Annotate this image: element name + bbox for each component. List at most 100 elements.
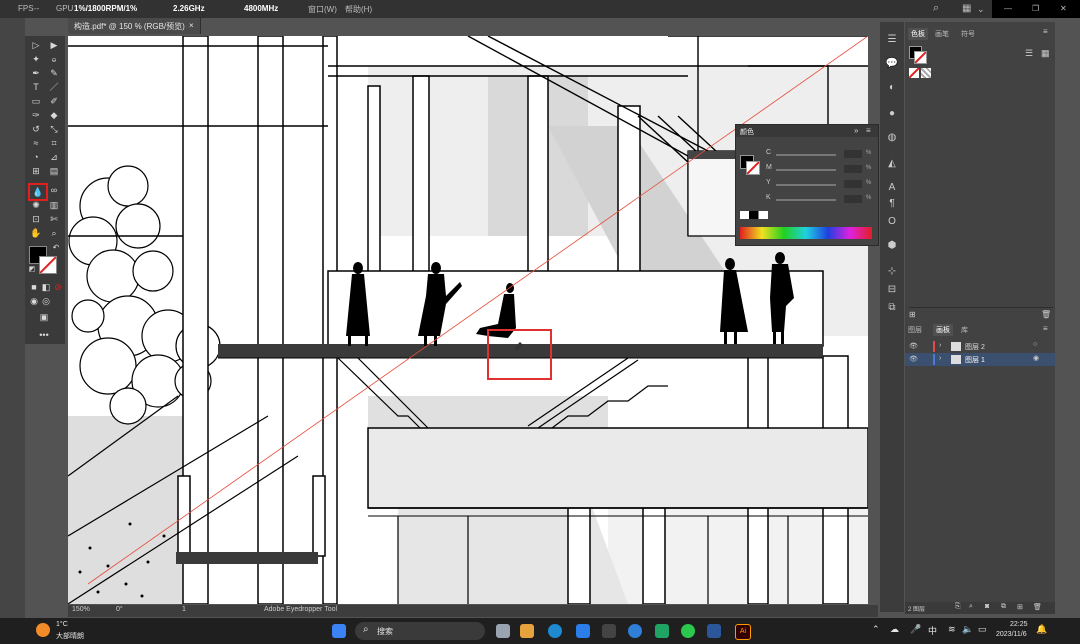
pen-icon[interactable]: ✒ xyxy=(29,67,43,79)
word-icon[interactable] xyxy=(707,624,721,638)
artboard-field[interactable]: 1 xyxy=(182,606,186,613)
character-icon[interactable]: A xyxy=(885,182,899,193)
grid-view-icon[interactable]: ▦ xyxy=(1041,48,1050,59)
shape-builder-icon[interactable]: ◔ xyxy=(29,151,43,163)
ime-indicator[interactable]: 中 xyxy=(928,624,937,637)
tab-brushes[interactable]: 画笔 xyxy=(935,29,949,39)
paintbrush-icon[interactable]: ✐ xyxy=(47,95,61,107)
rotate-icon[interactable]: ↺ xyxy=(29,123,43,135)
locate-icon[interactable]: ⌕ xyxy=(969,603,973,611)
minimize-icon[interactable]: — xyxy=(1004,4,1012,13)
file-explorer-icon[interactable] xyxy=(520,624,534,638)
channel-m-input[interactable] xyxy=(844,165,862,173)
new-layer-icon[interactable]: ⊞ xyxy=(1017,603,1023,611)
color-stroke-swatch[interactable] xyxy=(746,161,760,175)
zoom-field[interactable]: 150% xyxy=(72,606,90,613)
eye-icon[interactable]: 👁 xyxy=(909,342,918,350)
taskbar-search[interactable]: ⌕ 搜索 xyxy=(355,622,485,640)
channel-c-input[interactable] xyxy=(844,150,862,158)
delete-layer-icon[interactable]: 🗑 xyxy=(1033,603,1042,611)
expand-icon[interactable]: › xyxy=(939,355,941,362)
screen-mode-icon[interactable]: ◎ xyxy=(39,295,53,307)
default-colors-icon[interactable]: ◩ xyxy=(25,264,39,276)
tab-swatches[interactable]: 色板 xyxy=(908,28,928,40)
channel-k-slider[interactable] xyxy=(776,199,836,201)
type-icon[interactable]: T xyxy=(29,81,43,93)
none-mode-icon[interactable]: ⊘ xyxy=(51,281,65,293)
channel-k-input[interactable] xyxy=(844,195,862,203)
battery-icon[interactable]: ▭ xyxy=(978,624,987,635)
graph-icon[interactable]: ▥ xyxy=(47,199,61,211)
maximize-icon[interactable]: ❐ xyxy=(1032,4,1039,13)
swatch-stroke-mini[interactable] xyxy=(914,51,927,64)
properties-icon[interactable]: ☰ xyxy=(885,34,899,45)
channel-y-slider[interactable] xyxy=(776,184,836,186)
menu-window[interactable]: 窗口(W) xyxy=(308,4,337,15)
shaper-icon[interactable]: ✑ xyxy=(29,109,43,121)
slice-icon[interactable]: ✄ xyxy=(47,213,61,225)
opentype-icon[interactable]: O xyxy=(885,216,899,227)
task-view-icon[interactable] xyxy=(496,624,510,638)
blend-icon[interactable]: ∞ xyxy=(47,184,61,196)
transform-icon[interactable]: ⊹ xyxy=(885,266,899,277)
direct-selection-icon[interactable]: ▶ xyxy=(47,39,61,51)
line-icon[interactable]: ／ xyxy=(47,81,61,93)
notification-icon[interactable]: 🔔 xyxy=(1036,624,1047,635)
menu-help[interactable]: 帮助(H) xyxy=(345,4,372,15)
clipping-mask-icon[interactable]: ◙ xyxy=(985,603,989,610)
comments-icon[interactable]: 💬 xyxy=(885,58,899,69)
swap-icon[interactable]: ↶ xyxy=(49,242,63,254)
layers-menu-icon[interactable]: ≡ xyxy=(1043,324,1048,333)
magic-wand-icon[interactable]: ✦ xyxy=(29,53,43,65)
export-icon[interactable]: ⎘ xyxy=(955,603,961,611)
appearance-icon[interactable]: ◐ xyxy=(885,82,899,93)
swatch-library-icon[interactable]: ⊞ xyxy=(909,310,916,319)
pathfinder-icon[interactable]: ⬢ xyxy=(885,240,899,251)
store-icon[interactable] xyxy=(576,624,590,638)
close-tab-icon[interactable]: × xyxy=(189,21,194,30)
swatch-none[interactable] xyxy=(909,68,919,78)
align-icon[interactable]: ⊟ xyxy=(885,284,899,295)
channel-m-slider[interactable] xyxy=(776,169,836,171)
tab-symbols[interactable]: 符号 xyxy=(961,29,975,39)
mesh-icon[interactable]: ⊞ xyxy=(29,165,43,177)
layer-row[interactable]: 👁 › 图层 2 ○ xyxy=(905,340,1055,353)
panel-menu-icon[interactable]: ≡ xyxy=(866,126,871,135)
app-icon[interactable] xyxy=(602,624,616,638)
swatch-registration[interactable] xyxy=(921,68,931,78)
curvature-icon[interactable]: ✎ xyxy=(47,67,61,79)
selection-tool-icon[interactable]: ▷ xyxy=(29,39,43,51)
volume-icon[interactable]: 🔈 xyxy=(962,624,973,635)
delete-swatch-icon[interactable]: 🗑 xyxy=(1041,310,1051,319)
expand-icon[interactable]: › xyxy=(939,342,941,349)
artboards-icon[interactable]: ⧉ xyxy=(885,302,899,313)
eraser-icon[interactable]: ◆ xyxy=(47,109,61,121)
wifi-icon[interactable]: ≋ xyxy=(948,624,956,635)
more-tools-icon[interactable]: ••• xyxy=(37,329,51,341)
mail-icon[interactable] xyxy=(655,624,669,638)
search-icon[interactable]: ⌕ xyxy=(933,2,939,15)
weather-icon[interactable] xyxy=(36,623,50,637)
stroke-panel-icon[interactable]: ● xyxy=(885,108,899,119)
symbol-sprayer-icon[interactable]: ✺ xyxy=(29,199,43,211)
swatches-menu-icon[interactable]: ≡ xyxy=(1043,27,1048,36)
target-icon[interactable]: ◉ xyxy=(1033,354,1039,362)
free-transform-icon[interactable]: ⌗ xyxy=(47,137,61,149)
layer-row[interactable]: 👁 › 图层 1 ◉ xyxy=(905,353,1055,366)
chevron-down-icon[interactable]: ⌄ xyxy=(977,4,985,15)
zoom-icon[interactable]: ⌕ xyxy=(47,227,61,239)
illustrator-icon[interactable]: Ai xyxy=(735,624,751,640)
channel-y-input[interactable] xyxy=(844,180,862,188)
lasso-icon[interactable]: ဓ xyxy=(47,53,61,65)
wechat-icon[interactable] xyxy=(681,624,695,638)
color-panel-header[interactable]: 颜色 » ≡ xyxy=(736,125,878,137)
edge-icon[interactable] xyxy=(548,624,562,638)
perspective-icon[interactable]: ⊿ xyxy=(47,151,61,163)
rectangle-icon[interactable]: ▭ xyxy=(29,95,43,107)
mic-icon[interactable]: 🎤 xyxy=(910,624,921,635)
tab-layers[interactable]: 图层 xyxy=(908,325,922,335)
list-view-icon[interactable]: ☰ xyxy=(1025,48,1033,59)
artboard-icon[interactable]: ⊡ xyxy=(29,213,43,225)
collapse-icon[interactable]: » xyxy=(854,126,858,135)
close-icon[interactable]: ✕ xyxy=(1060,4,1067,13)
